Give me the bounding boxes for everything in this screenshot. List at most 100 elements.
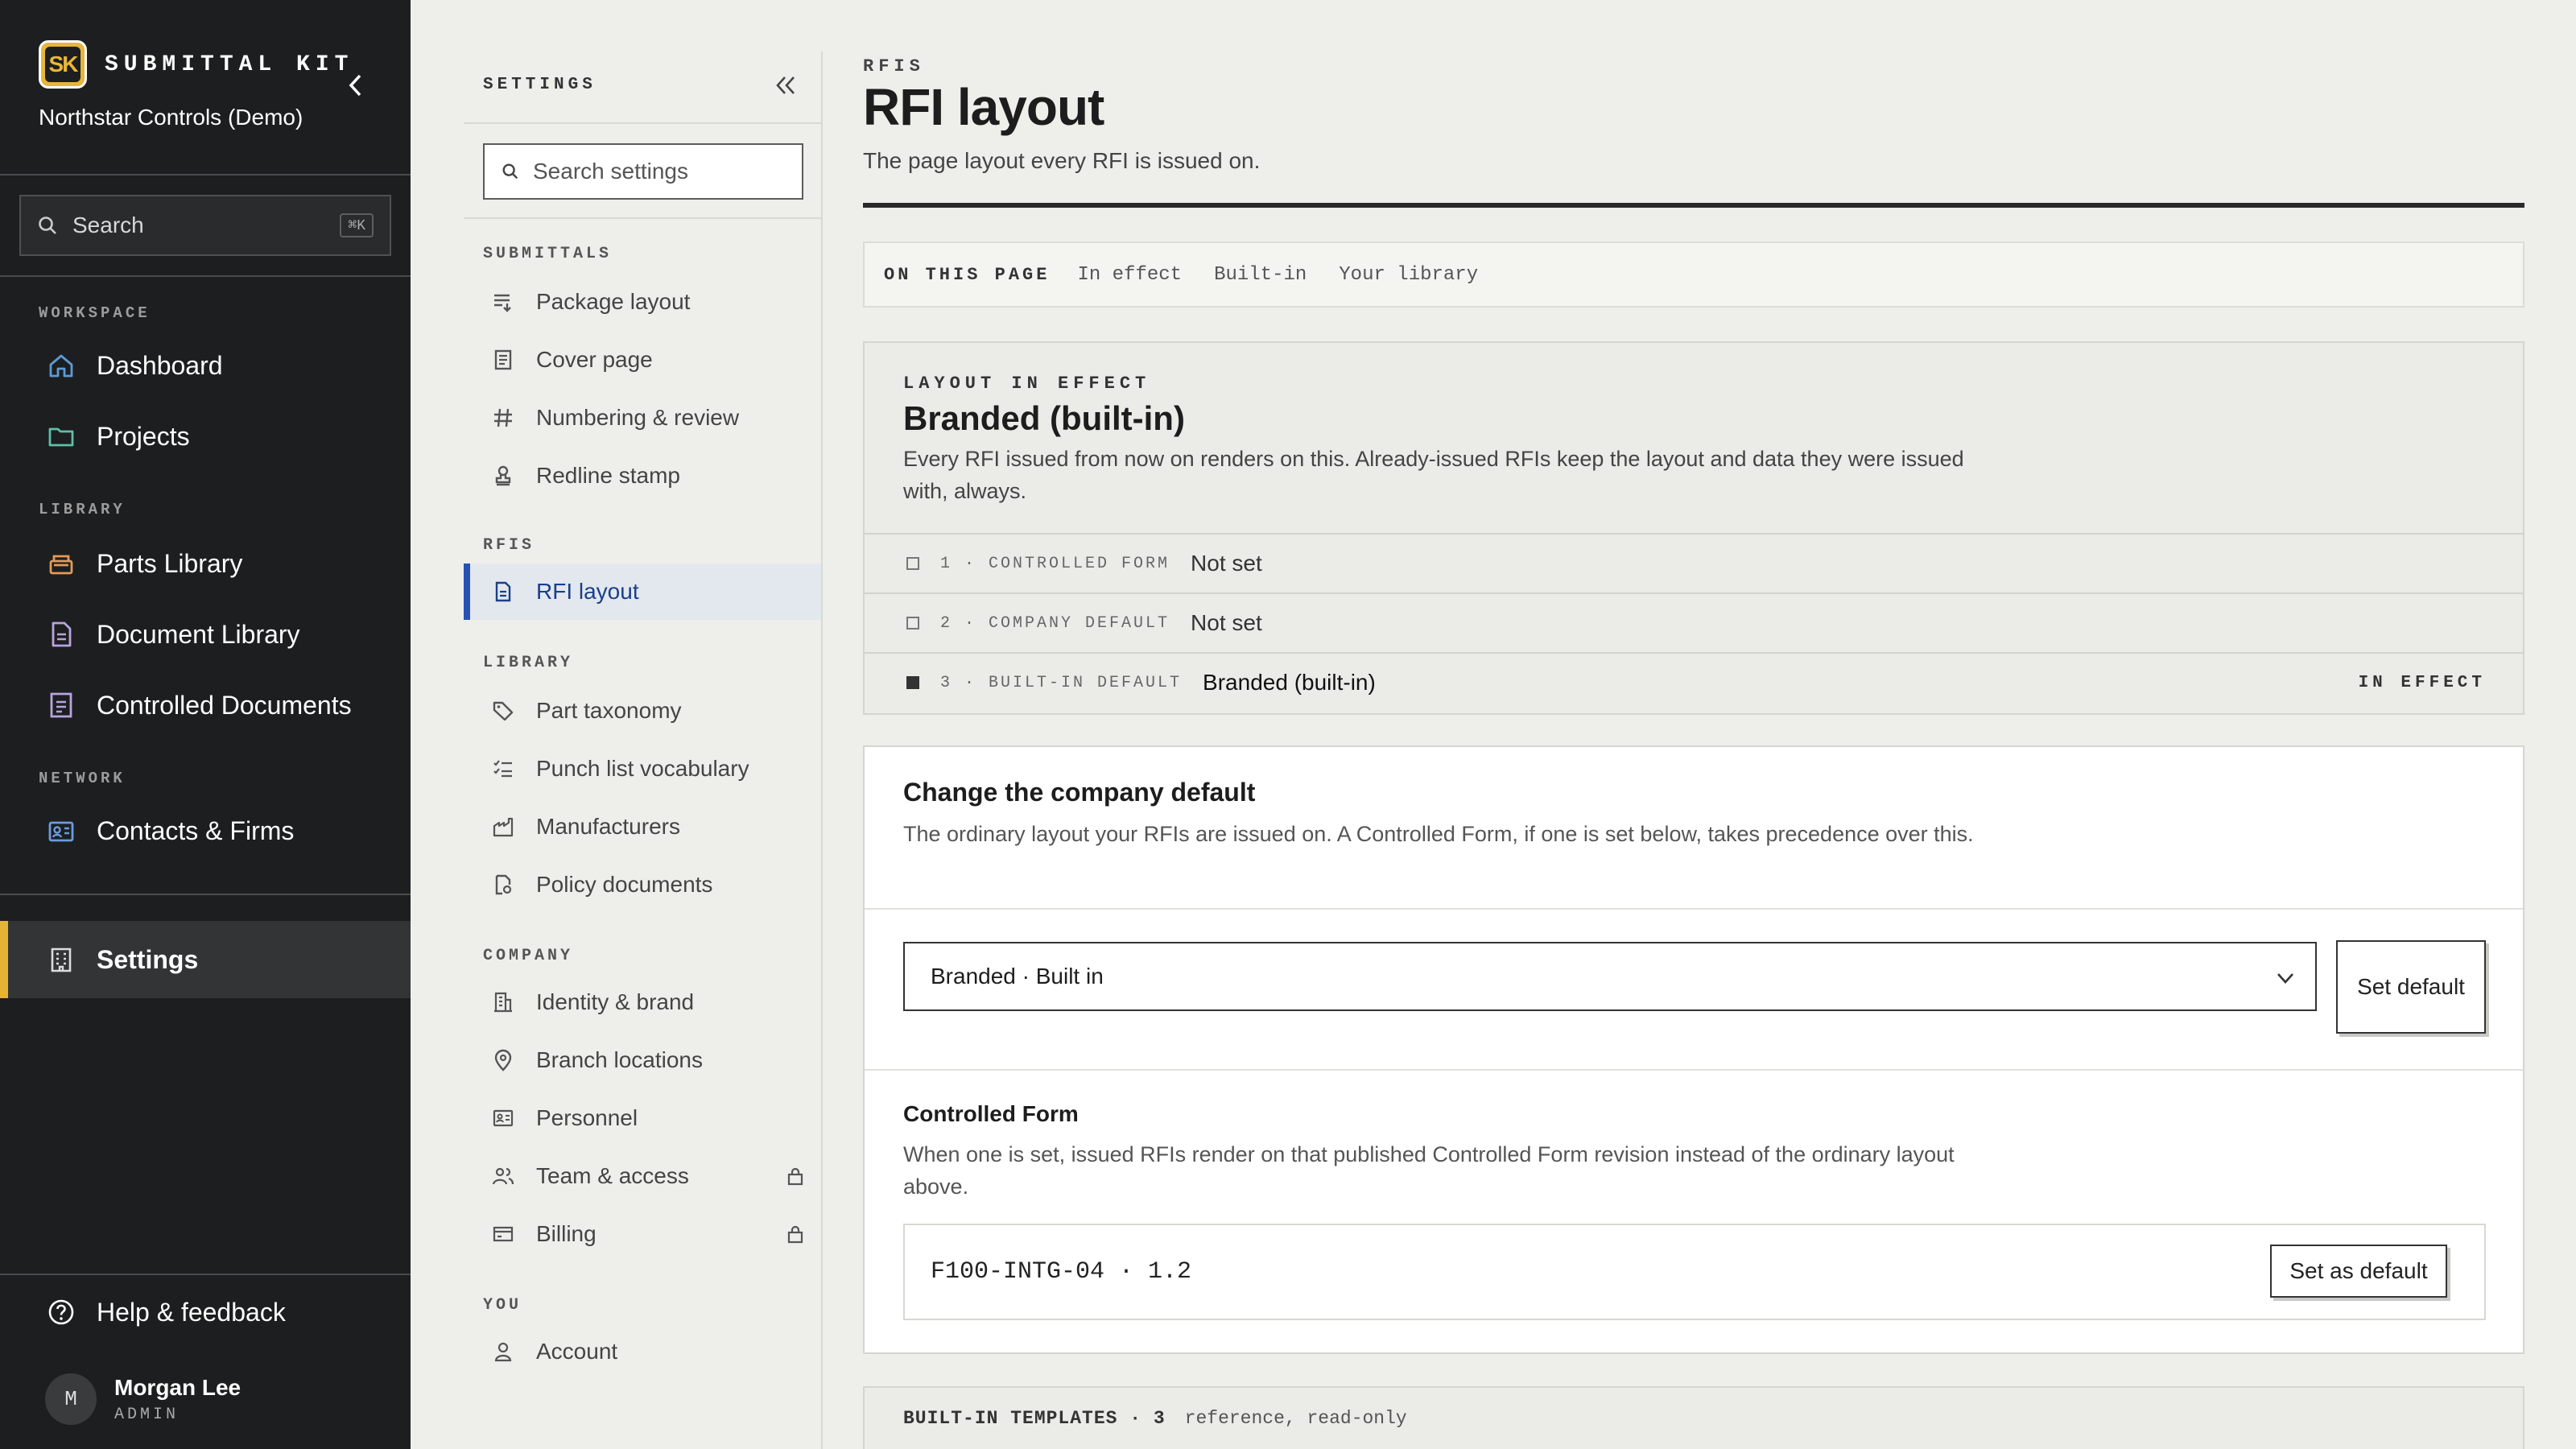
controlled-form-row: F100-INTG-04 · 1.2 Set as default bbox=[903, 1224, 2486, 1320]
brand[interactable]: SK SUBMITTAL KIT bbox=[39, 40, 353, 89]
sidebar-item-dashboard[interactable]: Dashboard bbox=[0, 332, 411, 399]
settings-item-billing[interactable]: Billing bbox=[464, 1206, 821, 1262]
card-title: Change the company default bbox=[903, 778, 1256, 807]
precedence-row-company-default: 2 · COMPANY DEFAULT Not set bbox=[865, 592, 2523, 652]
precedence-value: Not set bbox=[1191, 610, 1262, 635]
sidebar-item-label: Controlled Documents bbox=[97, 690, 352, 720]
settings-item-label: Team & access bbox=[536, 1163, 689, 1188]
settings-item-cover-page[interactable]: Cover page bbox=[464, 332, 821, 388]
default-layout-select[interactable]: Branded · Built in bbox=[903, 942, 2317, 1011]
settings-item-label: Part taxonomy bbox=[536, 698, 682, 723]
collapse-sidebar-button[interactable] bbox=[341, 71, 370, 100]
settings-item-rfi-layout[interactable]: RFI layout bbox=[464, 564, 821, 620]
global-search[interactable]: Search ⌘K bbox=[19, 195, 391, 256]
sidebar-item-label: Contacts & Firms bbox=[97, 815, 295, 845]
user-name: Morgan Lee bbox=[114, 1374, 242, 1400]
layout-in-effect-card: LAYOUT IN EFFECT Branded (built-in) Ever… bbox=[863, 341, 2524, 715]
org-name: Northstar Controls (Demo) bbox=[39, 105, 303, 130]
controlled-form-description: When one is set, issued RFIs render on t… bbox=[903, 1142, 1955, 1199]
settings-item-identity[interactable]: Identity & brand bbox=[464, 974, 821, 1030]
section-company: COMPANY bbox=[483, 947, 574, 965]
search-shortcut: ⌘K bbox=[340, 213, 374, 237]
page-title: RFI layout bbox=[863, 78, 1104, 136]
controlled-form-code: F100-INTG-04 · 1.2 bbox=[931, 1258, 1192, 1286]
help-feedback-link[interactable]: Help & feedback bbox=[0, 1280, 411, 1344]
set-as-default-button[interactable]: Set as default bbox=[2270, 1245, 2447, 1298]
search-icon bbox=[39, 217, 56, 234]
user-icon bbox=[491, 1340, 515, 1364]
card-heading: LAYOUT IN EFFECT bbox=[903, 374, 1151, 394]
settings-item-label: Punch list vocabulary bbox=[536, 756, 749, 781]
divider bbox=[464, 217, 821, 219]
status-square-icon bbox=[906, 557, 919, 570]
settings-item-label: RFI layout bbox=[536, 579, 639, 604]
divider bbox=[0, 1274, 411, 1275]
collapse-settings-nav-button[interactable] bbox=[770, 69, 802, 101]
building-icon bbox=[491, 990, 515, 1014]
precedence-row-controlled-form: 1 · CONTROLLED FORM Not set bbox=[865, 533, 2523, 592]
settings-search-input[interactable]: Search settings bbox=[483, 143, 803, 200]
help-circle-icon bbox=[45, 1296, 77, 1328]
settings-item-team[interactable]: Team & access bbox=[464, 1148, 821, 1204]
brand-name: SUBMITTAL KIT bbox=[105, 52, 354, 77]
avatar: M bbox=[45, 1373, 97, 1425]
settings-item-label: Policy documents bbox=[536, 872, 713, 897]
anchor-link-your-library[interactable]: Your library bbox=[1339, 264, 1478, 286]
settings-item-account[interactable]: Account bbox=[464, 1323, 821, 1380]
settings-nav: SETTINGS Search settings SUBMITTALS Pack… bbox=[464, 52, 823, 1449]
precedence-value: Branded (built-in) bbox=[1203, 670, 1376, 695]
settings-item-label: Package layout bbox=[536, 289, 691, 314]
user-role: ADMIN bbox=[114, 1405, 180, 1424]
home-icon bbox=[45, 349, 77, 382]
settings-item-label: Cover page bbox=[536, 347, 653, 372]
settings-item-redline[interactable]: Redline stamp bbox=[464, 448, 821, 504]
credit-card-icon bbox=[491, 1222, 515, 1246]
settings-item-label: Personnel bbox=[536, 1105, 638, 1130]
factory-icon bbox=[491, 815, 515, 839]
anchor-link-in-effect[interactable]: In effect bbox=[1077, 264, 1182, 286]
sidebar-item-controlled-documents[interactable]: Controlled Documents bbox=[0, 671, 411, 739]
sidebar-item-settings[interactable]: Settings bbox=[0, 921, 411, 998]
user-menu[interactable]: M Morgan Lee ADMIN bbox=[45, 1373, 241, 1425]
divider bbox=[0, 894, 411, 895]
double-chevron-left-icon bbox=[776, 76, 795, 94]
built-in-templates-label: BUILT-IN TEMPLATES · 3 bbox=[903, 1408, 1166, 1429]
contacts-icon bbox=[45, 815, 77, 847]
sidebar-item-label: Document Library bbox=[97, 619, 300, 649]
layout-name: Branded (built-in) bbox=[903, 399, 1185, 437]
settings-item-punch-list[interactable]: Punch list vocabulary bbox=[464, 741, 821, 797]
section-network: NETWORK bbox=[39, 770, 126, 787]
settings-item-numbering[interactable]: Numbering & review bbox=[464, 390, 821, 446]
stamp-icon bbox=[491, 464, 515, 488]
controlled-form-title: Controlled Form bbox=[903, 1101, 1079, 1126]
title-rule bbox=[863, 203, 2524, 208]
settings-item-label: Branch locations bbox=[536, 1047, 704, 1072]
checklist-icon bbox=[491, 757, 515, 781]
change-default-card: Change the company default The ordinary … bbox=[863, 745, 2524, 1354]
sidebar-item-projects[interactable]: Projects bbox=[0, 402, 411, 470]
settings-item-manufacturers[interactable]: Manufacturers bbox=[464, 799, 821, 855]
settings-item-package-layout[interactable]: Package layout bbox=[464, 274, 821, 330]
settings-item-label: Redline stamp bbox=[536, 463, 680, 488]
settings-item-policy-docs[interactable]: Policy documents bbox=[464, 857, 821, 913]
anchor-link-built-in[interactable]: Built-in bbox=[1214, 264, 1307, 286]
settings-item-personnel[interactable]: Personnel bbox=[464, 1090, 821, 1146]
lock-icon bbox=[787, 1167, 803, 1186]
sidebar-item-contacts[interactable]: Contacts & Firms bbox=[0, 797, 411, 865]
status-square-icon bbox=[906, 617, 919, 630]
settings-item-part-taxonomy[interactable]: Part taxonomy bbox=[464, 683, 821, 739]
id-card-icon bbox=[491, 1106, 515, 1130]
main-sidebar: SK SUBMITTAL KIT Northstar Controls (Dem… bbox=[0, 0, 411, 1449]
sidebar-item-label: Projects bbox=[97, 421, 190, 451]
precedence-label: 2 · COMPANY DEFAULT bbox=[940, 613, 1170, 633]
divider bbox=[0, 275, 411, 277]
sidebar-item-document-library[interactable]: Document Library bbox=[0, 601, 411, 668]
settings-item-branches[interactable]: Branch locations bbox=[464, 1032, 821, 1088]
page-icon bbox=[491, 348, 515, 372]
page-subtitle: The page layout every RFI is issued on. bbox=[863, 148, 1261, 173]
settings-item-label: Billing bbox=[536, 1221, 597, 1246]
set-default-button[interactable]: Set default bbox=[2336, 940, 2486, 1034]
button-label: Set default bbox=[2357, 974, 2465, 999]
sidebar-item-parts-library[interactable]: Parts Library bbox=[0, 530, 411, 597]
built-in-templates-header: BUILT-IN TEMPLATES · 3 reference, read-o… bbox=[863, 1386, 2524, 1449]
